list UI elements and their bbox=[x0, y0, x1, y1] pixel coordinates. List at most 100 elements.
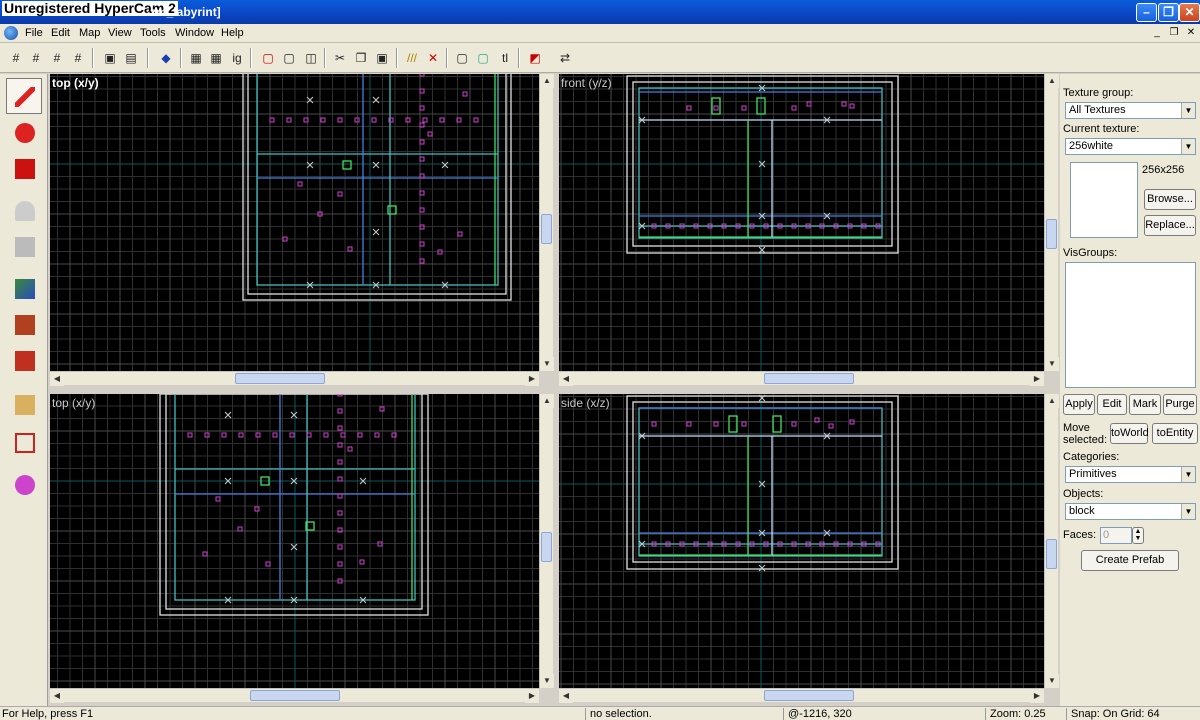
minimize-button[interactable]: – bbox=[1136, 3, 1157, 22]
carve-icon[interactable]: ◆ bbox=[156, 48, 176, 68]
grid-3d-icon[interactable]: # bbox=[26, 48, 46, 68]
purge-button[interactable]: Purge bbox=[1163, 394, 1197, 415]
viewport-top-xy-2[interactable]: top (x/y) bbox=[50, 394, 539, 688]
vertical-scrollbar[interactable]: ▲ ▼ bbox=[1044, 74, 1059, 371]
show-all-icon[interactable]: ig bbox=[227, 48, 247, 68]
texture-scale-lock-icon[interactable]: ▢ bbox=[279, 48, 299, 68]
cordon-icon[interactable]: ◫ bbox=[301, 48, 321, 68]
app-logo-icon[interactable] bbox=[4, 26, 18, 40]
mdi-minimize-icon[interactable]: _ bbox=[1150, 27, 1164, 39]
decal-tool[interactable] bbox=[6, 342, 42, 378]
run-map-icon[interactable]: /// bbox=[402, 48, 422, 68]
select-face-icon[interactable]: ▢ bbox=[473, 48, 493, 68]
menu-tools[interactable]: Tools bbox=[140, 27, 166, 39]
grid-toggle-icon[interactable]: # bbox=[6, 48, 26, 68]
decal-icon bbox=[15, 351, 35, 371]
paste-icon[interactable]: ▣ bbox=[372, 48, 392, 68]
texture-application-tool[interactable] bbox=[6, 270, 42, 306]
viewport-label: side (x/z) bbox=[561, 396, 610, 410]
copy-icon[interactable]: ❐ bbox=[351, 48, 371, 68]
browse-button[interactable]: Browse... bbox=[1144, 189, 1196, 210]
viewport-grid bbox=[50, 394, 539, 688]
viewport-grid bbox=[50, 74, 539, 371]
viewport-front-yz[interactable]: front (y/z) bbox=[559, 74, 1044, 371]
texture-lock-icon[interactable]: ▢ bbox=[258, 48, 278, 68]
faces-field[interactable]: 0 bbox=[1100, 527, 1132, 544]
menu-file[interactable]: File bbox=[25, 27, 43, 39]
status-zoom: Zoom: 0.25 bbox=[985, 708, 1046, 720]
menu-window[interactable]: Window bbox=[175, 27, 214, 39]
clipping-icon bbox=[15, 395, 35, 415]
mdi-restore-icon[interactable]: ❐ bbox=[1167, 27, 1181, 39]
texture-cube-icon bbox=[15, 279, 35, 299]
entity-tool[interactable] bbox=[6, 192, 42, 228]
current-texture-select[interactable]: 256white ▼ bbox=[1065, 138, 1196, 155]
cut-icon[interactable]: ✂ bbox=[330, 48, 350, 68]
camera-tool[interactable] bbox=[6, 150, 42, 186]
compile-icon[interactable]: ◩ bbox=[525, 48, 545, 68]
tool-palette bbox=[0, 74, 48, 706]
ungroup-icon[interactable]: ▤ bbox=[121, 48, 141, 68]
vertex-tool[interactable] bbox=[6, 424, 42, 460]
texture-size: 256x256 bbox=[1142, 164, 1185, 176]
grid-smaller-icon[interactable]: # bbox=[47, 48, 67, 68]
entity-icon bbox=[15, 201, 35, 221]
clipping-tool[interactable] bbox=[6, 386, 42, 422]
prefab-icon[interactable]: ⇄ bbox=[555, 48, 575, 68]
apply-texture-tool[interactable] bbox=[6, 306, 42, 342]
horizontal-scrollbar[interactable]: ◀ ▶ bbox=[559, 688, 1044, 703]
apply-button[interactable]: Apply bbox=[1063, 394, 1095, 415]
vertical-scrollbar[interactable]: ▲ ▼ bbox=[1044, 394, 1059, 688]
window-title: zm_labyrint] bbox=[150, 5, 221, 19]
objects-select[interactable]: block ▼ bbox=[1065, 503, 1196, 520]
check-problems-icon[interactable]: ✕ bbox=[423, 48, 443, 68]
viewport-label: top (x/y) bbox=[52, 396, 96, 410]
visgroups-label: VisGroups: bbox=[1063, 247, 1118, 259]
create-prefab-button[interactable]: Create Prefab bbox=[1081, 550, 1179, 571]
toggle-labels-icon[interactable]: tl bbox=[495, 48, 515, 68]
texture-preview bbox=[1070, 162, 1138, 238]
to-entity-button[interactable]: toEntity bbox=[1152, 423, 1198, 444]
title-bar: Unregistered HyperCam 2 zm_labyrint] – ❐… bbox=[0, 0, 1200, 24]
group-icon[interactable]: ▣ bbox=[100, 48, 120, 68]
vertical-scrollbar[interactable]: ▲ ▼ bbox=[539, 394, 554, 688]
close-button[interactable]: ✕ bbox=[1179, 3, 1200, 22]
objects-label: Objects: bbox=[1063, 488, 1104, 500]
chevron-down-icon: ▼ bbox=[1181, 467, 1195, 482]
path-tool[interactable] bbox=[6, 466, 42, 502]
hide-selected-icon[interactable]: ▦ bbox=[186, 48, 206, 68]
to-world-button[interactable]: toWorld bbox=[1110, 423, 1149, 444]
status-selection: no selection. bbox=[585, 708, 652, 720]
camera-icon bbox=[15, 159, 35, 179]
grid-larger-icon[interactable]: # bbox=[68, 48, 88, 68]
horizontal-scrollbar[interactable]: ◀ ▶ bbox=[50, 688, 539, 703]
texture-group-select[interactable]: All Textures ▼ bbox=[1065, 102, 1196, 119]
viewport-label: front (y/z) bbox=[561, 76, 612, 90]
arrow-pointer-icon bbox=[15, 87, 35, 107]
hide-unselected-icon[interactable]: ▦ bbox=[206, 48, 226, 68]
visgroups-list[interactable] bbox=[1065, 262, 1196, 388]
categories-select[interactable]: Primitives ▼ bbox=[1065, 466, 1196, 483]
menu-edit[interactable]: Edit bbox=[51, 27, 70, 39]
viewport-side-xz[interactable]: side (x/z) bbox=[559, 394, 1044, 688]
chevron-down-icon: ▼ bbox=[1181, 103, 1195, 118]
maximize-button[interactable]: ❐ bbox=[1158, 3, 1179, 22]
menu-map[interactable]: Map bbox=[79, 27, 100, 39]
vertical-scrollbar[interactable]: ▲ ▼ bbox=[539, 74, 554, 371]
mdi-close-icon[interactable]: ✕ bbox=[1184, 27, 1198, 39]
replace-button[interactable]: Replace... bbox=[1144, 215, 1196, 236]
edit-button[interactable]: Edit bbox=[1097, 394, 1127, 415]
mark-button[interactable]: Mark bbox=[1129, 394, 1161, 415]
horizontal-scrollbar[interactable]: ◀ ▶ bbox=[50, 371, 539, 386]
horizontal-scrollbar[interactable]: ◀ ▶ bbox=[559, 371, 1044, 386]
magnify-tool[interactable] bbox=[6, 114, 42, 150]
block-tool[interactable] bbox=[6, 228, 42, 264]
select-box-icon[interactable]: ▢ bbox=[452, 48, 472, 68]
selection-tool[interactable] bbox=[6, 78, 42, 114]
status-help: For Help, press F1 bbox=[2, 708, 94, 720]
menu-view[interactable]: View bbox=[108, 27, 132, 39]
menu-help[interactable]: Help bbox=[221, 27, 244, 39]
viewport-top-xy-1[interactable]: top (x/y) bbox=[50, 74, 539, 371]
faces-stepper[interactable]: ▲ ▼ bbox=[1132, 527, 1144, 544]
properties-panel: Texture group: All Textures ▼ Current tex… bbox=[1060, 74, 1200, 706]
